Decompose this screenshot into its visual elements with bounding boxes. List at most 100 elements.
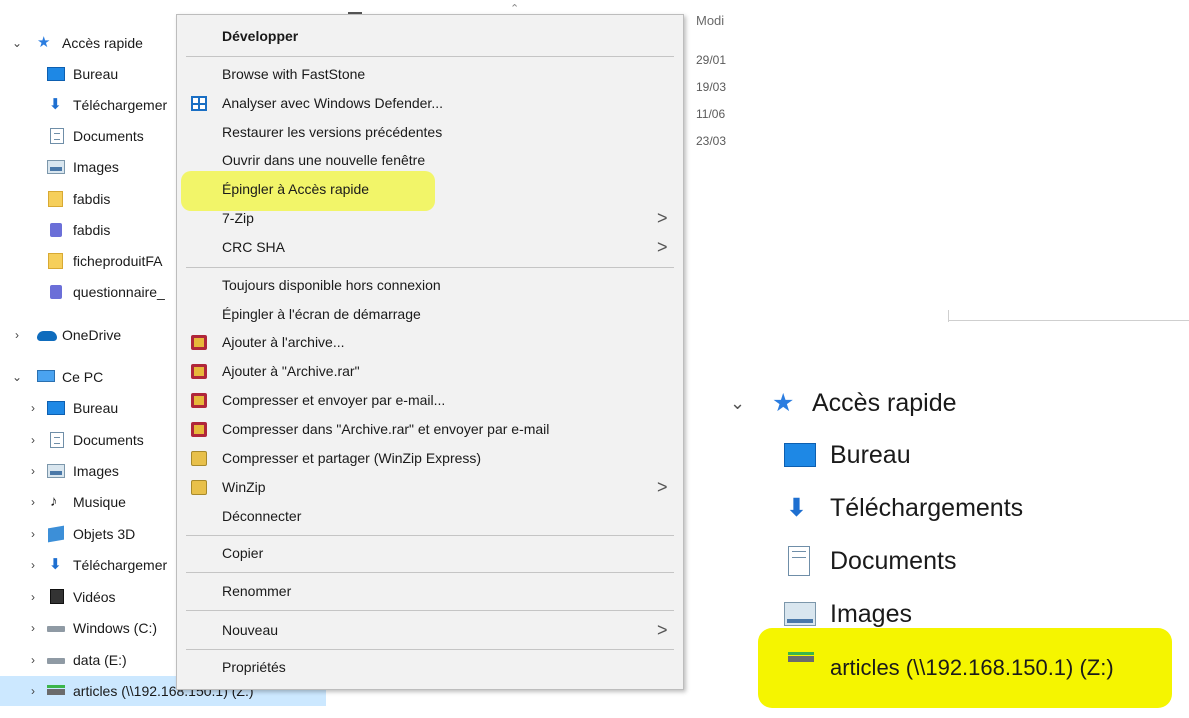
menu-item-restaurer-versions[interactable]: Restaurer les versions précédentes: [177, 118, 683, 146]
menu-separator: [186, 535, 674, 536]
nav-item-label: Ce PC: [62, 369, 104, 385]
menu-item-label: Analyser avec Windows Defender...: [222, 95, 443, 111]
videos-icon: [50, 589, 64, 604]
menu-item-label: Compresser et envoyer par e-mail...: [222, 392, 446, 408]
chevron-right-icon[interactable]: ›: [26, 645, 40, 675]
nav-item-label: Images: [73, 463, 119, 479]
winzip-icon: [191, 451, 207, 466]
menu-item-deconnecter[interactable]: Déconnecter: [177, 502, 683, 530]
chevron-right-icon[interactable]: ›: [26, 582, 40, 612]
nav-item-label: Téléchargemer: [73, 557, 168, 573]
chevron-right-icon: >: [657, 237, 668, 257]
menu-item-compresser-email[interactable]: Compresser et envoyer par e-mail...: [177, 386, 683, 414]
nav-item-label: Vidéos: [73, 589, 116, 605]
chevron-right-icon[interactable]: ›: [26, 550, 40, 580]
menu-item-label: Ajouter à l'archive...: [222, 334, 345, 350]
nav-item-label: Images: [73, 159, 119, 175]
menu-item-nouvelle-fenetre[interactable]: Ouvrir dans une nouvelle fenêtre: [177, 146, 683, 174]
menu-item-label: Copier: [222, 545, 264, 561]
chevron-down-icon[interactable]: ⌄: [10, 362, 24, 392]
nav-item-label: Windows (C:): [73, 620, 158, 636]
winrar-icon: [191, 422, 207, 437]
images-icon: [784, 602, 816, 626]
menu-item-winzip[interactable]: WinZip >: [177, 473, 683, 501]
inset-item-label: Accès rapide: [812, 389, 957, 417]
menu-item-label: Compresser dans "Archive.rar" et envoyer…: [222, 421, 550, 437]
menu-item-label: WinZip: [222, 479, 266, 495]
menu-separator: [186, 610, 674, 611]
chevron-right-icon[interactable]: ›: [26, 519, 40, 549]
chevron-down-icon[interactable]: ⌄: [730, 378, 745, 428]
images-icon: [47, 160, 65, 174]
chevron-right-icon[interactable]: ›: [26, 676, 40, 706]
menu-item-winzip-express[interactable]: Compresser et partager (WinZip Express): [177, 444, 683, 472]
nav-item-label: Objets 3D: [73, 526, 136, 542]
menu-item-label: Épingler à Accès rapide: [222, 181, 370, 197]
menu-item-hors-connexion[interactable]: Toujours disponible hors connexion: [177, 271, 683, 299]
drive-icon: [47, 626, 65, 632]
winzip-icon: [191, 480, 207, 495]
star-icon: ★: [772, 389, 795, 417]
nav-item-label: Documents: [73, 128, 144, 144]
drive-icon: [47, 658, 65, 664]
menu-item-7zip[interactable]: 7-Zip >: [177, 204, 683, 232]
menu-item-browse-faststone[interactable]: Browse with FastStone: [177, 60, 683, 88]
desktop-icon: [784, 443, 816, 467]
inset-border: [948, 320, 1189, 321]
network-drive-icon: [47, 685, 65, 695]
file-date: 19/03: [696, 80, 727, 94]
column-header-modified[interactable]: Modi: [696, 13, 724, 28]
menu-item-label: Renommer: [222, 583, 292, 599]
objects-3d-icon: [48, 525, 64, 543]
menu-item-label: Browse with FastStone: [222, 66, 366, 82]
menu-item-label: Épingler à l'écran de démarrage: [222, 306, 421, 322]
folder-icon: [48, 191, 63, 207]
menu-item-ajouter-archive[interactable]: Ajouter à l'archive...: [177, 328, 683, 356]
menu-item-compresser-rar-email[interactable]: Compresser dans "Archive.rar" et envoyer…: [177, 415, 683, 443]
file-date: 29/01: [696, 53, 727, 67]
menu-item-windows-defender[interactable]: Analyser avec Windows Defender...: [177, 89, 683, 117]
menu-item-renommer[interactable]: Renommer: [177, 577, 683, 605]
pdf-icon: [50, 285, 62, 299]
chevron-right-icon[interactable]: ›: [10, 320, 24, 350]
chevron-down-icon[interactable]: ⌄: [10, 28, 24, 58]
chevron-right-icon: >: [657, 620, 668, 640]
chevron-right-icon[interactable]: ›: [26, 393, 40, 423]
menu-separator: [186, 267, 674, 268]
menu-item-label: Déconnecter: [222, 508, 302, 524]
chevron-right-icon[interactable]: ›: [26, 613, 40, 643]
menu-separator: [186, 572, 674, 573]
inset-item-label: Téléchargements: [830, 494, 1024, 522]
menu-item-crc-sha[interactable]: CRC SHA >: [177, 233, 683, 261]
nav-item-label: Musique: [73, 494, 126, 510]
menu-item-epingler-acces-rapide[interactable]: Épingler à Accès rapide: [177, 175, 683, 203]
inset-item-label: articles (\\192.168.150.1) (Z:): [830, 655, 1114, 680]
menu-item-label: Toujours disponible hors connexion: [222, 277, 441, 293]
inset-item-label: Bureau: [830, 441, 911, 469]
network-drive-icon: [788, 652, 814, 662]
context-menu: Développer Browse with FastStone Analyse…: [176, 14, 684, 690]
menu-item-copier[interactable]: Copier: [177, 539, 683, 567]
menu-item-label: Développer: [222, 28, 299, 44]
chevron-right-icon: >: [657, 208, 668, 228]
music-icon: ♪: [50, 493, 58, 510]
nav-item-label: fabdis: [73, 191, 111, 207]
menu-separator: [186, 56, 674, 57]
file-date: 11/06: [696, 107, 726, 121]
menu-item-epingler-demarrage[interactable]: Épingler à l'écran de démarrage: [177, 300, 683, 328]
menu-item-proprietes[interactable]: Propriétés: [177, 653, 683, 681]
pdf-icon: [50, 223, 62, 237]
winrar-icon: [191, 364, 207, 379]
onedrive-icon: [37, 331, 57, 341]
chevron-right-icon[interactable]: ›: [26, 425, 40, 455]
menu-item-nouveau[interactable]: Nouveau >: [177, 616, 683, 644]
chevron-right-icon: >: [657, 477, 668, 497]
chevron-right-icon[interactable]: ›: [26, 456, 40, 486]
nav-item-label: questionnaire_: [73, 284, 165, 300]
menu-item-developper[interactable]: Développer: [177, 22, 683, 50]
download-icon: ⬇: [786, 494, 807, 522]
nav-item-label: Bureau: [73, 66, 119, 82]
download-icon: ⬇: [49, 556, 62, 573]
menu-item-ajouter-archive-rar[interactable]: Ajouter à "Archive.rar": [177, 357, 683, 385]
chevron-right-icon[interactable]: ›: [26, 487, 40, 517]
